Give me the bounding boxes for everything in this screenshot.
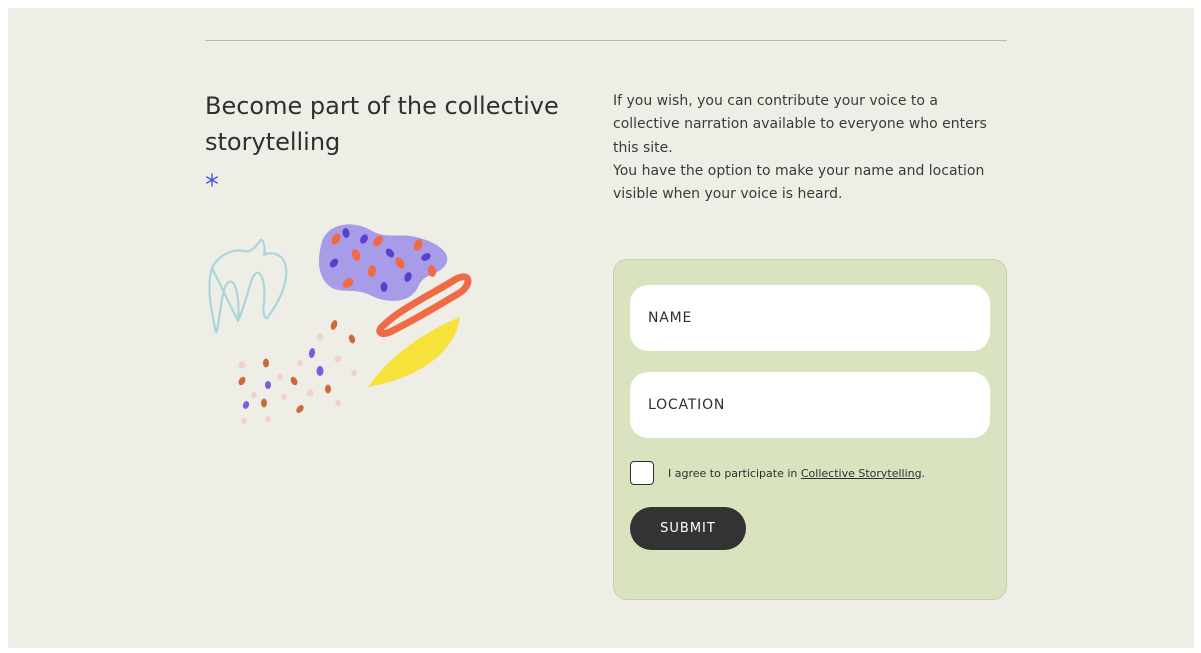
storytelling-form: I agree to participate in Collective Sto… bbox=[613, 259, 1007, 600]
collective-storytelling-link[interactable]: Collective Storytelling bbox=[801, 467, 922, 480]
consent-row: I agree to participate in Collective Sto… bbox=[630, 459, 925, 487]
section-heading: Become part of the collective storytelli… bbox=[205, 92, 559, 156]
intro-text: If you wish, you can contribute your voi… bbox=[613, 90, 993, 206]
divider bbox=[205, 40, 1007, 41]
asterisk-icon bbox=[206, 173, 218, 187]
intro-paragraph-2: You have the option to make your name an… bbox=[613, 162, 985, 203]
consent-prefix: I agree to participate in bbox=[668, 466, 801, 480]
intro-paragraph-1: If you wish, you can contribute your voi… bbox=[613, 93, 987, 156]
consent-checkbox[interactable] bbox=[630, 461, 654, 485]
page: Become part of the collective storytelli… bbox=[8, 8, 1194, 648]
name-field[interactable] bbox=[630, 285, 990, 351]
abstract-shapes-illustration bbox=[208, 224, 472, 424]
consent-label: I agree to participate in Collective Sto… bbox=[668, 467, 925, 480]
submit-button[interactable]: SUBMIT bbox=[630, 507, 746, 550]
consent-suffix: . bbox=[921, 466, 926, 480]
location-field[interactable] bbox=[630, 372, 990, 438]
